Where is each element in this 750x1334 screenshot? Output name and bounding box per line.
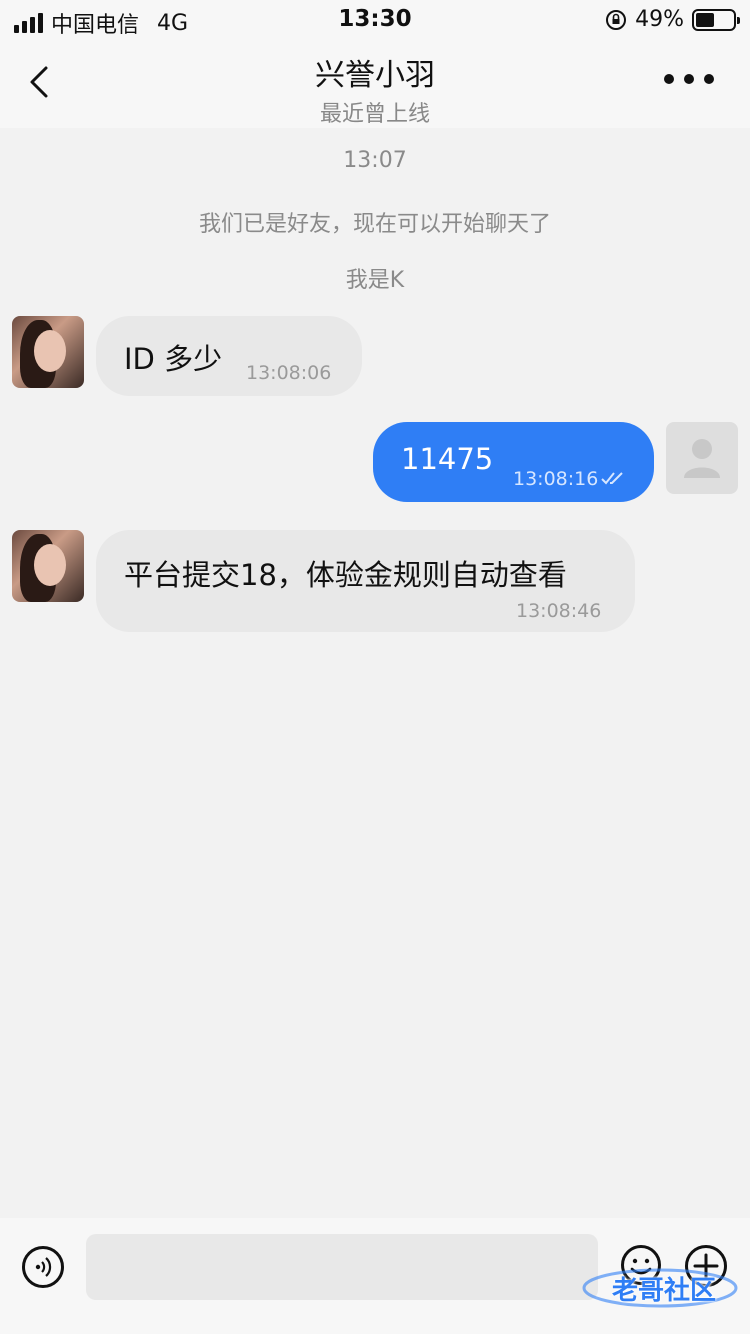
battery-percent: 49% — [635, 7, 684, 32]
battery-level — [696, 12, 714, 27]
message-time: 13:08:06 — [246, 362, 332, 384]
contact-avatar[interactable] — [12, 316, 84, 388]
watermark-text: 老哥社区 — [612, 1276, 717, 1306]
more-options-button[interactable] — [664, 74, 714, 84]
contact-status: 最近曾上线 — [319, 102, 430, 127]
message-bubble-outgoing[interactable]: 11475 13:08:16 — [373, 422, 654, 502]
chat-area[interactable]: 13:07 我们已是好友，现在可以开始聊天了 我是K ID 多少 13:08:0… — [0, 128, 750, 1218]
message-input[interactable] — [86, 1234, 598, 1300]
more-dot-icon — [664, 74, 674, 84]
message-text: 11475 — [401, 442, 494, 476]
self-avatar[interactable] — [666, 422, 738, 494]
contact-name: 兴誉小羽 — [315, 58, 435, 93]
message-bubble-incoming[interactable]: 平台提交18，体验金规则自动查看 13:08:46 — [96, 530, 635, 632]
nav-bar: 兴誉小羽 最近曾上线 — [0, 40, 750, 128]
rotation-lock-icon — [606, 9, 627, 30]
message-text: ID 多少 — [124, 342, 223, 376]
read-checkmark-icon — [601, 472, 623, 485]
message-time: 13:08:16 — [513, 468, 599, 490]
status-right: 49% — [605, 7, 740, 32]
message-text: 平台提交18，体验金规则自动查看 — [124, 558, 567, 592]
voice-icon — [35, 1257, 52, 1277]
more-dot-icon — [704, 74, 714, 84]
battery-icon — [692, 8, 740, 31]
more-dot-icon — [684, 74, 694, 84]
message-time: 13:08:46 — [516, 600, 602, 622]
contact-avatar[interactable] — [12, 530, 84, 602]
message-bubble-incoming[interactable]: ID 多少 13:08:06 — [96, 316, 362, 396]
status-bar: 中国电信 4G 13:30 49% — [0, 0, 750, 40]
chat-timestamp: 13:07 — [343, 148, 407, 173]
voice-input-button[interactable] — [22, 1246, 64, 1288]
system-message: 我是K — [345, 268, 405, 293]
user-placeholder-icon — [684, 439, 720, 478]
system-message: 我们已是好友，现在可以开始聊天了 — [198, 212, 551, 237]
